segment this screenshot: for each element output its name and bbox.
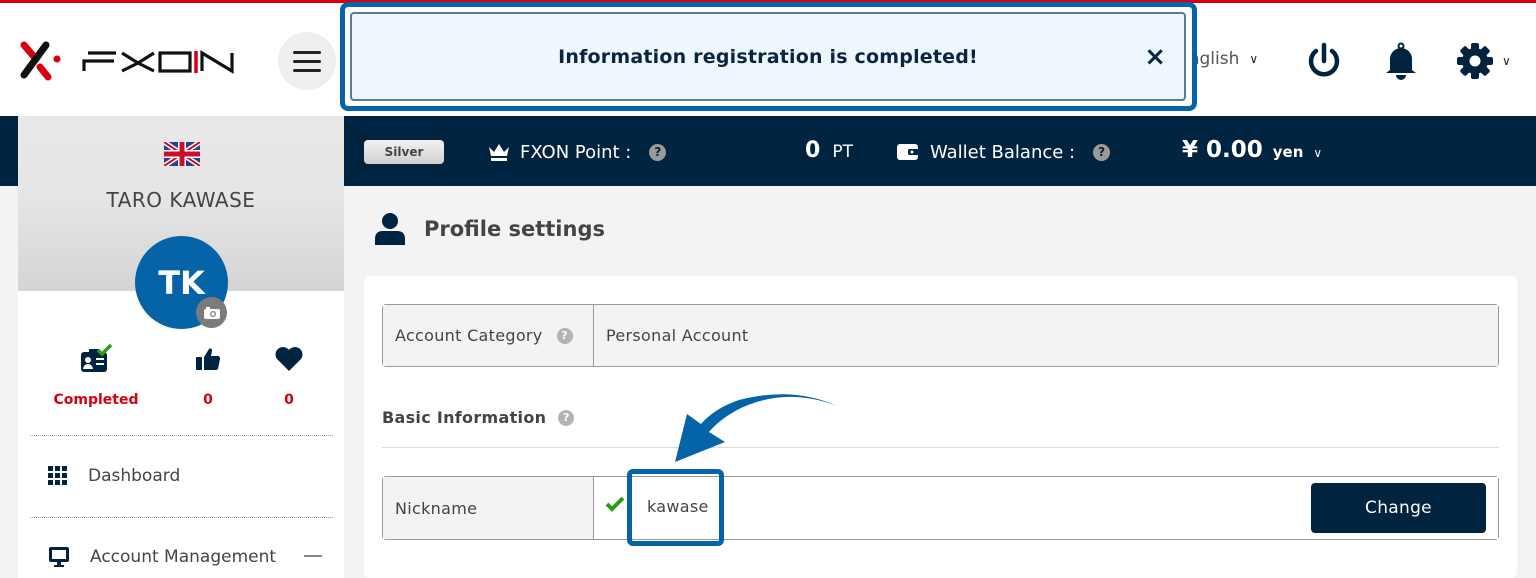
help-icon[interactable]: ? [649,143,667,161]
crown-icon [489,144,509,161]
chevron-down-icon: ∨ [1502,54,1511,68]
chevron-down-icon: ∨ [1313,146,1323,160]
account-category-row: Account Category ? Personal Account [382,304,1499,367]
verification-status-value: Completed [53,392,139,408]
points-label-text: FXON Point : [520,141,632,163]
fxon-logo[interactable] [18,39,238,83]
change-photo-button[interactable] [196,297,227,328]
section-divider [382,447,1499,448]
fxon-point-label: FXON Point : ? [488,140,667,164]
thumbs-up-icon [196,348,220,370]
favorites-value: 0 [284,392,294,408]
wallet-icon [897,144,919,160]
help-icon[interactable]: ? [556,327,573,344]
divider [30,435,333,436]
verification-status[interactable]: Completed [46,344,146,408]
close-icon[interactable]: × [1144,42,1166,72]
fxon-logo-icon [20,41,234,81]
monitor-icon [49,547,69,567]
gear-icon [1457,43,1493,79]
notifications-button[interactable] [1381,41,1421,81]
logout-button[interactable] [1304,41,1344,81]
sidebar-item-account-management[interactable]: Account Management [18,535,344,578]
account-category-value: Personal Account [594,305,1498,366]
bell-icon [1386,42,1416,80]
chevron-down-icon: ∨ [1249,52,1259,66]
page-title: Profile settings [374,212,605,246]
points-value: 0 PT [805,138,853,163]
wallet-balance-value: ¥ 0.00 [1182,137,1263,163]
section-title: Basic Information [382,408,547,427]
divider [30,517,333,518]
collapse-icon[interactable] [304,555,322,557]
id-card-check-icon [81,344,113,372]
help-icon[interactable]: ? [1093,143,1111,161]
account-category-label-text: Account Category [395,326,543,345]
page-title-text: Profile settings [424,217,605,241]
wallet-balance-selector[interactable]: ¥ 0.00 yen ∨ [1182,137,1322,163]
sidebar-item-label: Account Management [90,547,277,567]
help-icon[interactable]: ? [558,409,575,426]
sidebar-item-dashboard[interactable]: Dashboard [18,454,344,498]
camera-icon [203,306,220,319]
rank-badge[interactable]: Silver [364,140,444,164]
change-nickname-button[interactable]: Change [1311,483,1486,533]
sidebar: TARO KAWASE TK Completed 0 0 Dashboard A… [18,116,344,578]
wallet-balance-label: Wallet Balance : ? [896,140,1111,164]
wallet-label-text: Wallet Balance : [930,141,1076,163]
uk-flag-icon[interactable] [164,142,200,166]
grid-icon [48,466,67,485]
user-icon [375,213,405,245]
sidebar-item-label: Dashboard [88,466,181,486]
user-name: TARO KAWASE [106,188,256,212]
points-unit: PT [832,142,853,162]
menu-icon [293,50,321,72]
callout-arrow-icon [675,394,837,462]
success-notification: Information registration is completed! × [350,12,1186,101]
power-icon [1308,42,1340,77]
settings-menu[interactable]: ∨ [1456,41,1522,81]
currency-unit: yen [1272,143,1304,161]
account-category-label: Account Category ? [383,305,594,366]
nickname-highlight-box [627,469,724,546]
menu-button[interactable] [278,32,336,90]
notification-message: Information registration is completed! [558,45,978,68]
basic-information-heading: Basic Information ? [382,408,575,427]
favorites-count[interactable]: 0 [239,344,339,408]
heart-icon [275,347,303,371]
points-number: 0 [805,138,821,163]
check-icon [605,496,625,512]
nickname-label: Nickname [383,477,594,539]
